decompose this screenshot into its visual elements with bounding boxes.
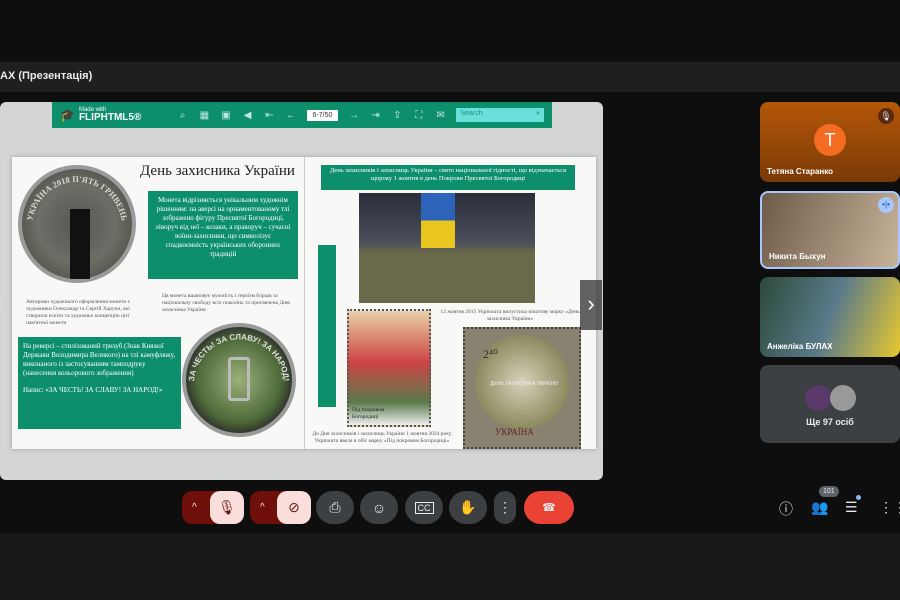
search-input[interactable]: Search ⌕ <box>456 108 545 122</box>
more-participants-tile[interactable]: Ще 97 осіб <box>760 365 900 443</box>
prev-page-icon[interactable]: ← <box>285 110 297 121</box>
info-icon[interactable]: ⓘ <box>779 499 793 519</box>
last-page-icon[interactable]: ⇥ <box>370 110 382 121</box>
captions-icon: CC <box>414 501 434 514</box>
presentation-view: 🎓 Made with FLIPHTML5® ⌕ ▦ ▣ ◀ ⇤ ← 6-7/50… <box>0 102 603 480</box>
authors-caption: Авторами художнього оформлення монети є … <box>26 299 130 326</box>
hand-icon: ✋ <box>459 499 477 515</box>
fliphtml5-logo: 🎓 Made with FLIPHTML5® <box>60 107 142 123</box>
participant-tile[interactable]: •|• Никита Быхун <box>760 191 900 269</box>
more-options-button[interactable]: ⋮ <box>494 491 516 524</box>
chat-icon[interactable]: ☰ <box>845 495 861 516</box>
stamp-2015-caption: 12 жовтня 2015 Укрпошта випустила поштов… <box>440 309 580 322</box>
graduation-cap-icon: 🎓 <box>60 108 75 122</box>
search-icon[interactable]: ⌕ <box>536 110 540 120</box>
coin-reverse-image: ЗА ЧЕСТЬ! ЗА СЛАВУ! ЗА НАРОД! <box>182 323 296 437</box>
presentation-title: АХ (Презентація) <box>0 70 93 82</box>
holiday-banner: День захисників і захисниць України – св… <box>321 165 575 190</box>
stamp-2024-image: Під покровом Богородиці <box>347 309 431 427</box>
coin-reverse-inscription: ЗА ЧЕСТЬ! ЗА СЛАВУ! ЗА НАРОД! <box>187 332 291 381</box>
bottom-band <box>0 533 900 600</box>
thumbnails-icon[interactable]: ▦ <box>198 110 210 121</box>
flipbook-spread: УКРАЇНА 2018 П'ЯТЬ ГРИВЕНЬ День захисник… <box>12 157 596 449</box>
mic-off-icon: 🎙 <box>218 499 236 515</box>
zoom-icon[interactable]: ⌕ <box>177 110 189 121</box>
obverse-text-box: Монета відрізняється унікальним художнім… <box>148 191 298 279</box>
participant-tile[interactable]: Анжеліка БУЛАХ <box>760 277 900 357</box>
mail-icon[interactable]: ✉ <box>435 110 447 121</box>
speaking-indicator-icon: •|• <box>878 197 894 213</box>
mic-off-icon: 🎙 <box>878 108 894 124</box>
decorative-bar <box>318 245 336 407</box>
camera-off-icon: ⊘ <box>288 499 300 515</box>
avatar <box>805 385 831 411</box>
people-icon[interactable]: 👥 <box>811 499 828 516</box>
right-page: День захисників і захисниць України – св… <box>304 157 596 449</box>
present-screen-icon: ⎙ <box>329 499 341 515</box>
fliphtml5-toolbar: 🎓 Made with FLIPHTML5® ⌕ ▦ ▣ ◀ ⇤ ← 6-7/50… <box>52 102 552 128</box>
soldiers-photo <box>359 193 535 303</box>
svg-text:УКРАЇНА 2018 П'ЯТЬ ГРИВЕНЬ: УКРАЇНА 2018 П'ЯТЬ ГРИВЕНЬ <box>24 174 129 222</box>
activities-icon[interactable]: ⋮⋮ <box>879 499 900 516</box>
next-page-icon[interactable]: → <box>348 110 360 121</box>
sound-icon[interactable]: ◀ <box>242 110 254 121</box>
mic-toggle-button[interactable]: 🎙 <box>210 491 244 524</box>
present-button[interactable]: ⎙ <box>316 491 354 524</box>
page-indicator[interactable]: 6-7/50 <box>306 109 339 121</box>
leave-call-button[interactable]: ☎ <box>524 491 574 524</box>
camera-toggle-button[interactable]: ⊘ <box>277 491 311 524</box>
top-bar <box>0 62 900 92</box>
fit-icon[interactable]: ▣ <box>220 110 232 121</box>
participant-count-badge: 101 <box>819 486 839 497</box>
left-page: УКРАЇНА 2018 П'ЯТЬ ГРИВЕНЬ День захисник… <box>12 157 304 449</box>
prev-page-arrow[interactable]: ‹ <box>0 280 12 330</box>
emoji-icon: ☺ <box>371 499 387 516</box>
svg-text:ЗА ЧЕСТЬ! ЗА СЛАВУ! ЗА НАРОД!: ЗА ЧЕСТЬ! ЗА СЛАВУ! ЗА НАРОД! <box>187 332 291 381</box>
participant-tile[interactable]: 🎙 Т Тетяна Старанко <box>760 102 900 182</box>
raise-hand-button[interactable]: ✋ <box>449 491 487 524</box>
coin-obverse-image: УКРАЇНА 2018 П'ЯТЬ ГРИВЕНЬ <box>18 165 136 283</box>
reverse-text-box: На реверсі – стилізований тризуб (Знак К… <box>18 337 181 429</box>
page-heading: День захисника України <box>140 163 295 179</box>
coin-obverse-inscription: УКРАЇНА 2018 П'ЯТЬ ГРИВЕНЬ <box>24 174 129 222</box>
stamp-2015-image: 2⁴⁰ ДЕНЬ ЗАХИСНИКА УКРАЇНИ УКРАЇНА <box>463 327 581 449</box>
first-page-icon[interactable]: ⇤ <box>263 110 275 121</box>
honor-caption: Ця монета вшановує мужність і героїзм бо… <box>162 293 291 313</box>
share-icon[interactable]: ⇪ <box>391 110 403 121</box>
captions-button[interactable]: CC <box>405 491 443 524</box>
stamp-2024-caption: До Дня захисників і захисниць України 1 … <box>312 431 452 444</box>
notification-dot <box>855 495 861 500</box>
reactions-button[interactable]: ☺ <box>360 491 398 524</box>
end-call-icon: ☎ <box>542 502 556 514</box>
avatar: Т <box>814 124 846 156</box>
avatar <box>830 385 856 411</box>
more-vert-icon: ⋮ <box>498 499 512 515</box>
next-page-arrow[interactable]: › <box>580 280 602 330</box>
fullscreen-icon[interactable]: ⛶ <box>413 110 425 121</box>
